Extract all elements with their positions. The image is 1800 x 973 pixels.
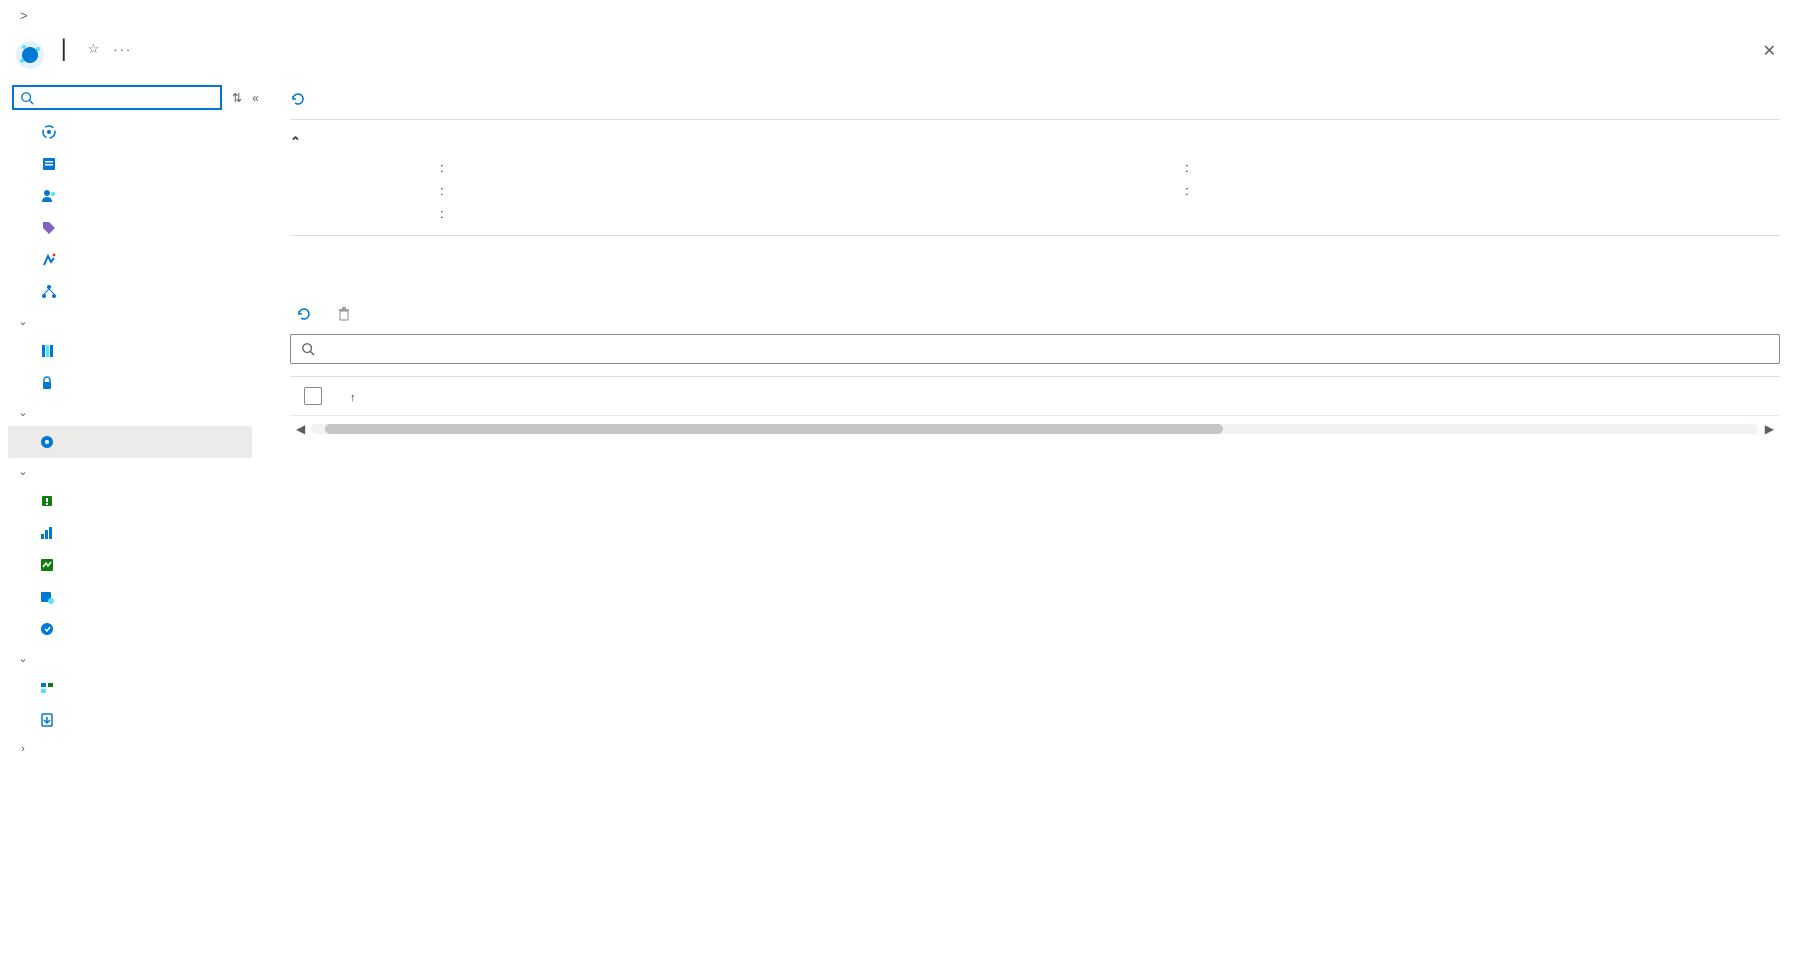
sidebar: ⇅ « xyxy=(0,81,260,762)
access-control-icon xyxy=(40,187,58,205)
sidebar-item-access-control[interactable] xyxy=(8,180,252,212)
sidebar-item-alerts[interactable] xyxy=(8,485,252,517)
sidebar-item-overview[interactable] xyxy=(8,116,252,148)
resource-visualizer-icon xyxy=(40,283,58,301)
main-toolbar xyxy=(290,85,1780,120)
ess-mem-profile-label xyxy=(1035,183,1185,198)
filter-box[interactable] xyxy=(290,334,1780,364)
sidebar-group-automation[interactable]: ⌄ xyxy=(8,645,252,672)
tasks-icon xyxy=(38,679,56,697)
diagnose-icon xyxy=(40,251,58,269)
sidebar-group-help[interactable]: › xyxy=(8,736,252,762)
sidebar-item-export-template[interactable] xyxy=(8,704,252,736)
refresh-button[interactable] xyxy=(290,91,312,107)
sidebar-item-mqtt-broker[interactable] xyxy=(8,426,252,458)
chevron-up-icon: ⌃ xyxy=(290,134,301,150)
table-header: ↑ xyxy=(290,377,1780,416)
sidebar-item-tags[interactable] xyxy=(8,212,252,244)
chevron-right-icon: › xyxy=(16,743,30,755)
ess-prov-state-label xyxy=(290,183,440,198)
sidebar-item-resource-visualizer[interactable] xyxy=(8,276,252,308)
sidebar-item-metrics[interactable] xyxy=(8,517,252,549)
chevron-down-icon: ⌄ xyxy=(16,315,30,328)
favorite-star-icon[interactable]: ☆ xyxy=(88,41,100,57)
delete-icon xyxy=(336,306,352,322)
ess-broker-details-label xyxy=(290,206,440,221)
sidebar-group-monitoring[interactable]: ⌄ xyxy=(8,458,252,485)
essentials-grid: : : : : : xyxy=(290,160,1780,236)
search-icon xyxy=(20,91,34,105)
sort-toggle-icon[interactable]: ⇅ xyxy=(232,91,242,105)
search-icon xyxy=(301,342,315,356)
col-name[interactable]: ↑ xyxy=(346,389,822,404)
refresh-icon xyxy=(290,91,306,107)
sidebar-search-input[interactable] xyxy=(38,90,214,105)
alerts-icon xyxy=(38,492,56,510)
sort-asc-icon: ↑ xyxy=(350,392,356,404)
scroll-right-icon[interactable]: ▶ xyxy=(1759,422,1780,436)
resource-icon xyxy=(14,39,46,71)
sidebar-item-activity-log[interactable] xyxy=(8,148,252,180)
close-button[interactable]: ✕ xyxy=(1753,35,1786,67)
sidebar-item-properties[interactable] xyxy=(8,335,252,367)
properties-icon xyxy=(38,342,56,360)
sidebar-item-logs[interactable] xyxy=(8,581,252,613)
list-toolbar xyxy=(290,300,1780,334)
sidebar-search[interactable] xyxy=(12,85,222,110)
breadcrumb: > xyxy=(0,0,1800,31)
listener-table: ↑ xyxy=(290,376,1780,416)
sidebar-item-diagnose[interactable] xyxy=(8,244,252,276)
export-template-icon xyxy=(38,711,56,729)
logs-icon xyxy=(38,588,56,606)
advisor-icon xyxy=(38,620,56,638)
essentials-toggle[interactable]: ⌃ xyxy=(290,120,1780,160)
list-delete-button[interactable] xyxy=(336,306,358,322)
ess-prov-state-value xyxy=(452,183,1035,198)
horizontal-scrollbar[interactable]: ◀ ▶ xyxy=(290,422,1780,436)
tabs xyxy=(290,236,1780,270)
scroll-left-icon[interactable]: ◀ xyxy=(290,422,311,436)
overview-icon xyxy=(40,123,58,141)
sidebar-item-advisor[interactable] xyxy=(8,613,252,645)
sidebar-item-locks[interactable] xyxy=(8,367,252,399)
results-count xyxy=(290,436,1780,456)
sidebar-group-settings[interactable]: ⌄ xyxy=(8,308,252,335)
ess-broker-name-label xyxy=(290,160,440,175)
activity-log-icon xyxy=(40,155,58,173)
more-ellipsis-icon[interactable]: ··· xyxy=(113,42,132,57)
select-all-checkbox[interactable] xyxy=(304,387,322,405)
scroll-thumb[interactable] xyxy=(325,424,1222,434)
ess-broker-name-value xyxy=(452,160,1035,175)
ess-mem-profile-value xyxy=(1197,183,1780,198)
main-content: ⌃ : : : : : xyxy=(260,81,1800,762)
metrics-icon xyxy=(38,524,56,542)
scroll-track[interactable] xyxy=(311,424,1759,434)
listener-cards xyxy=(290,270,1780,300)
chevron-down-icon: ⌄ xyxy=(16,652,30,665)
list-refresh-button[interactable] xyxy=(296,306,318,322)
mqtt-broker-icon xyxy=(38,433,56,451)
ess-ext-loc-label xyxy=(1035,160,1185,175)
refresh-icon xyxy=(296,306,312,322)
chevron-down-icon: ⌄ xyxy=(16,406,30,419)
chevron-down-icon: ⌄ xyxy=(16,465,30,478)
lock-icon xyxy=(38,374,56,392)
sidebar-item-diagnostic-settings[interactable] xyxy=(8,549,252,581)
diagnostic-settings-icon xyxy=(38,556,56,574)
page-header: | ☆ ··· ✕ xyxy=(0,31,1800,81)
sidebar-group-aio-resources[interactable]: ⌄ xyxy=(8,399,252,426)
breadcrumb-separator: > xyxy=(14,8,34,23)
tags-icon xyxy=(40,219,58,237)
sidebar-item-tasks[interactable] xyxy=(8,672,252,704)
page-title: | xyxy=(54,35,74,63)
collapse-sidebar-icon[interactable]: « xyxy=(252,91,259,105)
filter-input[interactable] xyxy=(323,341,1769,357)
